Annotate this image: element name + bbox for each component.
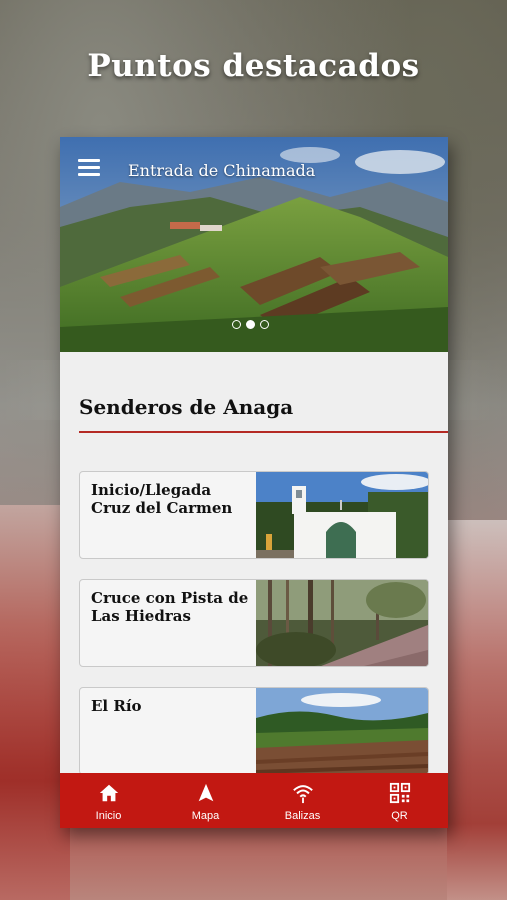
forest-path-image <box>256 580 428 666</box>
nav-label: QR <box>391 810 408 822</box>
carousel-dot[interactable] <box>232 320 241 329</box>
list-item[interactable]: Cruce con Pista de Las Hiedras <box>79 579 429 667</box>
card-title: Cruce con Pista de Las Hiedras <box>91 589 249 625</box>
phone-screen: Entrada de Chinamada Senderos de Anaga I… <box>60 137 448 828</box>
hero-carousel[interactable]: Entrada de Chinamada <box>60 137 448 352</box>
nav-label: Inicio <box>95 810 122 822</box>
carousel-indicator <box>232 320 269 329</box>
list-item[interactable]: Inicio/Llegada Cruz del Carmen <box>79 471 429 559</box>
nav-item-mapa[interactable]: Mapa <box>157 773 254 828</box>
wifi-signal-icon <box>292 785 313 804</box>
nav-item-inicio[interactable]: Inicio <box>60 773 157 828</box>
nav-item-qr[interactable]: QR <box>351 773 448 828</box>
bottom-navigation: Inicio Mapa Balizas QR <box>60 773 448 828</box>
nav-label: Mapa <box>191 810 220 822</box>
section-divider <box>79 431 448 433</box>
qr-code-icon <box>389 782 410 804</box>
home-icon <box>99 784 118 802</box>
header-title: Entrada de Chinamada <box>128 161 316 180</box>
nav-item-balizas[interactable]: Balizas <box>254 773 351 828</box>
list-item[interactable]: El Río <box>79 687 429 775</box>
menu-icon[interactable] <box>78 159 100 176</box>
carousel-dot-active[interactable] <box>246 320 255 329</box>
nav-label: Balizas <box>284 810 321 822</box>
carousel-dot[interactable] <box>260 320 269 329</box>
navigation-arrow-icon <box>198 783 213 802</box>
section-title: Senderos de Anaga <box>79 395 294 419</box>
terraced-field-image <box>256 688 428 774</box>
chapel-image <box>256 472 428 558</box>
background-rock-right <box>447 520 507 900</box>
card-title: Inicio/Llegada Cruz del Carmen <box>91 481 233 517</box>
page-heading: Puntos destacados <box>87 48 420 84</box>
card-title: El Río <box>91 697 142 715</box>
